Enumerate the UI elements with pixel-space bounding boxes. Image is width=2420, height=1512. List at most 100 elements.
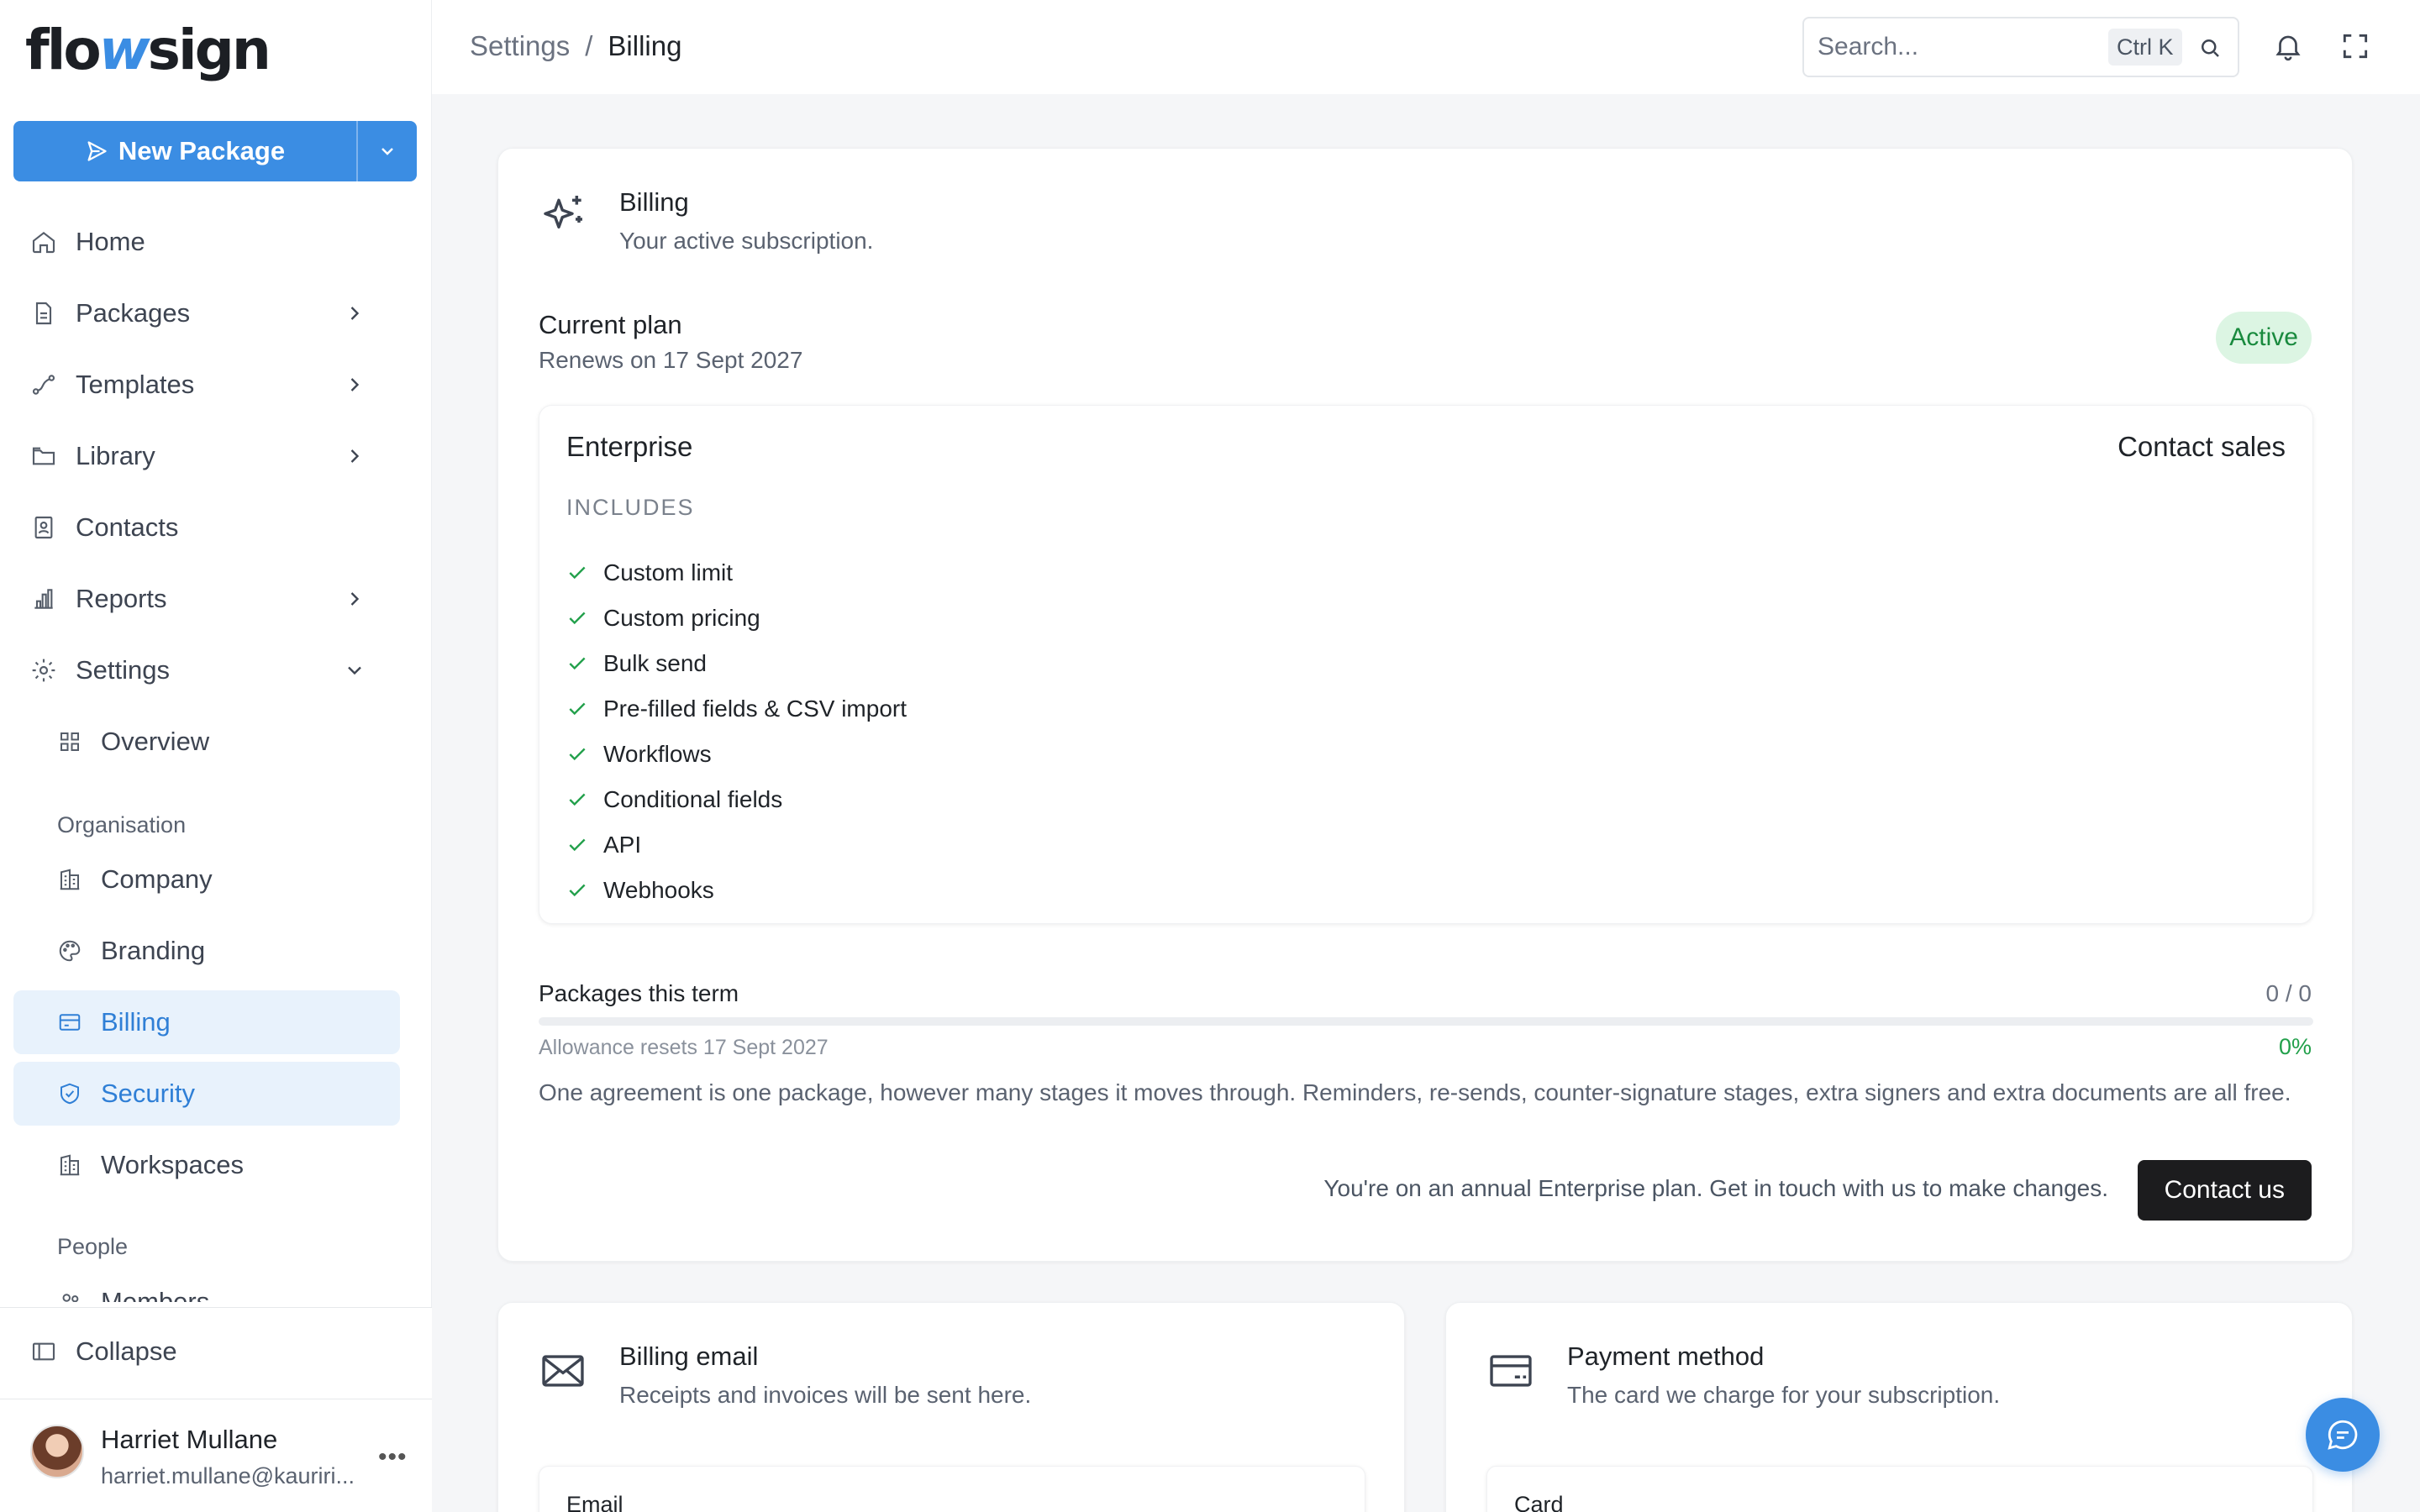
sidebar-item-label: Settings	[76, 655, 171, 685]
chevron-right-icon	[343, 373, 366, 396]
list-item: Workflows	[566, 732, 907, 777]
sidebar-footer: Collapse Harriet Mullane harriet.mullane…	[0, 1307, 432, 1512]
chevron-down-icon	[377, 141, 397, 161]
sidebar-item-label: Workspaces	[101, 1150, 244, 1179]
sidebar-item-label: Templates	[76, 370, 195, 399]
sidebar-item-home[interactable]: Home	[13, 210, 400, 274]
sidebar-item-branding[interactable]: Branding	[13, 919, 400, 983]
annual-plan-note: You're on an annual Enterprise plan. Get…	[1323, 1175, 2108, 1201]
search-box: Ctrl K	[1802, 17, 2239, 77]
logo-text-mark: w	[98, 18, 150, 82]
check-icon	[566, 879, 588, 901]
users-icon	[57, 1289, 82, 1302]
sidebar-item-security[interactable]: Security	[13, 1062, 400, 1126]
feature-label: Webhooks	[603, 877, 714, 903]
more-options-icon[interactable]: •••	[378, 1443, 408, 1472]
renewal-date: Renews on 17 Sept 2027	[539, 347, 803, 373]
sidebar-item-billing[interactable]: Billing	[13, 990, 400, 1054]
new-package-dropdown-button[interactable]	[356, 121, 417, 181]
breadcrumb-billing: Billing	[608, 30, 682, 61]
organisation-heading: Organisation	[57, 812, 187, 837]
feature-label: Bulk send	[603, 650, 707, 676]
list-item: API	[566, 822, 907, 868]
chat-bubble-icon	[2325, 1417, 2360, 1452]
new-package-label: New Package	[118, 136, 286, 165]
sidebar-item-library[interactable]: Library	[13, 424, 400, 488]
usage-note: One agreement is one package, however ma…	[539, 1079, 2291, 1105]
payment-method-title: Payment method	[1567, 1341, 1765, 1371]
document-icon	[30, 300, 57, 327]
chat-support-button[interactable]	[2306, 1398, 2380, 1472]
check-icon	[566, 653, 588, 675]
card-field-box[interactable]: Card	[1486, 1466, 2313, 1512]
sidebar-collapse-icon	[30, 1338, 57, 1365]
email-field-label: Email	[566, 1492, 623, 1512]
user-profile[interactable]: Harriet Mullane harriet.mullane@kauriri.…	[0, 1399, 432, 1512]
sidebar-item-reports[interactable]: Reports	[13, 567, 400, 631]
breadcrumb-settings[interactable]: Settings	[470, 30, 570, 62]
logo-text-suffix: sign	[147, 18, 271, 82]
search-icon[interactable]	[2197, 35, 2223, 60]
feature-label: Pre-filled fields & CSV import	[603, 696, 908, 722]
mail-icon	[539, 1347, 587, 1395]
allowance-reset-text: Allowance resets 17 Sept 2027	[539, 1036, 829, 1059]
logo-text-prefix: flo	[25, 18, 102, 82]
billing-card: Billing Your active subscription. Curren…	[497, 148, 2353, 1262]
sidebar-item-overview[interactable]: Overview	[13, 710, 400, 774]
fullscreen-icon[interactable]	[2339, 30, 2371, 62]
sidebar-item-templates[interactable]: Templates	[13, 353, 400, 417]
sidebar-item-label: Reports	[76, 584, 167, 613]
chevron-right-icon	[343, 302, 366, 325]
gear-icon	[30, 657, 57, 684]
notifications-bell-icon[interactable]	[2272, 30, 2304, 62]
route-icon	[30, 371, 57, 398]
sidebar-item-label: Security	[101, 1079, 195, 1108]
feature-list: Custom limit Custom pricing Bulk send Pr…	[566, 550, 907, 913]
check-icon	[566, 834, 588, 856]
usage-percent: 0%	[2278, 1034, 2312, 1059]
sidebar-item-company[interactable]: Company	[13, 848, 400, 911]
status-badge: Active	[2216, 312, 2312, 364]
send-icon	[85, 139, 108, 163]
feature-label: API	[603, 832, 642, 858]
sidebar-item-settings[interactable]: Settings	[13, 638, 400, 702]
search-input[interactable]	[1818, 33, 2103, 61]
credit-card-icon	[1486, 1347, 1535, 1395]
user-email: harriet.mullane@kauriri...	[101, 1463, 355, 1488]
palette-icon	[57, 938, 82, 963]
sidebar-item-contacts[interactable]: Contacts	[13, 496, 400, 559]
plan-name: Enterprise	[566, 431, 693, 462]
new-package-button[interactable]: New Package	[13, 121, 356, 181]
check-icon	[566, 698, 588, 720]
shield-check-icon	[57, 1081, 82, 1106]
building-icon	[57, 867, 82, 892]
current-plan-label: Current plan	[539, 310, 682, 339]
feature-label: Conditional fields	[603, 786, 783, 812]
search-shortcut-hint: Ctrl K	[2108, 29, 2182, 66]
billing-subtitle: Your active subscription.	[619, 228, 874, 254]
billing-title: Billing	[619, 187, 689, 217]
list-item: Bulk send	[566, 641, 907, 686]
sidebar-item-label: Contacts	[76, 512, 179, 542]
payment-method-card: Payment method The card we charge for yo…	[1445, 1302, 2353, 1512]
sidebar-item-label: Packages	[76, 298, 191, 328]
feature-label: Custom pricing	[603, 605, 760, 631]
contact-us-button[interactable]: Contact us	[2137, 1160, 2312, 1221]
email-field-box[interactable]: Email	[539, 1466, 1365, 1512]
sidebar-item-packages[interactable]: Packages	[13, 281, 400, 345]
usage-progress-bar	[539, 1017, 2313, 1026]
collapse-sidebar-button[interactable]: Collapse	[30, 1336, 177, 1367]
breadcrumb: Settings / Billing	[470, 30, 681, 62]
sidebar-item-members[interactable]: Members	[13, 1270, 400, 1302]
flowsign-logo[interactable]: flo w sign	[25, 18, 271, 82]
bar-chart-icon	[30, 585, 57, 612]
feature-label: Workflows	[603, 741, 712, 767]
sidebar-item-label: Library	[76, 441, 155, 470]
list-item: Webhooks	[566, 868, 907, 913]
card-field-label: Card	[1514, 1492, 1564, 1512]
plan-price: Contact sales	[2118, 431, 2286, 462]
sidebar-item-workspaces[interactable]: Workspaces	[13, 1133, 400, 1197]
building-icon	[57, 1152, 82, 1178]
folder-icon	[30, 443, 57, 470]
collapse-label: Collapse	[76, 1336, 177, 1366]
